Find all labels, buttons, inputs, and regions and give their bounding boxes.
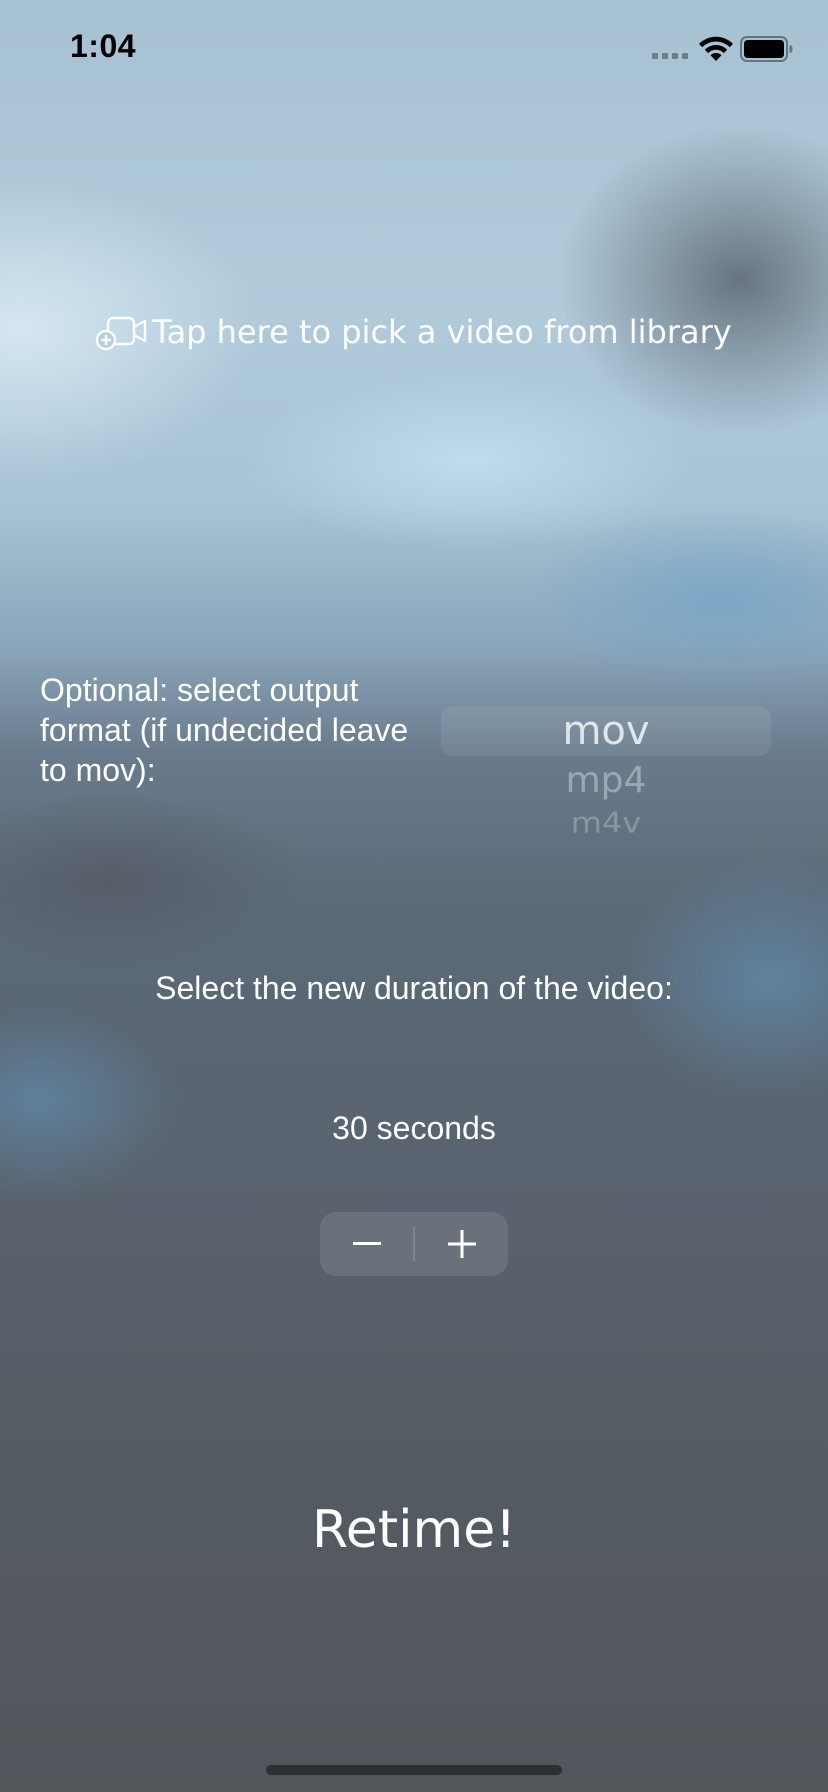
video-plus-icon — [96, 316, 147, 351]
duration-value: 30 seconds — [332, 1110, 496, 1146]
plus-icon — [447, 1230, 476, 1258]
pick-video-button[interactable]: Tap here to pick a video from library — [0, 300, 828, 364]
status-time: 1:04 — [70, 28, 137, 64]
retime-button[interactable]: Retime! — [264, 1490, 564, 1570]
duration-stepper[interactable] — [320, 1212, 508, 1276]
cellular-signal-icon — [652, 53, 688, 59]
home-indicator — [266, 1765, 562, 1775]
pick-video-label: Tap here to pick a video from library — [152, 313, 732, 351]
battery-icon — [740, 36, 793, 62]
status-bar: 1:04 — [0, 0, 828, 98]
format-option-mp4[interactable]: mp4 — [441, 760, 771, 801]
wifi-icon — [699, 36, 733, 61]
format-label: Optional: select output format (if undec… — [40, 672, 409, 788]
decrement-button[interactable] — [320, 1212, 413, 1276]
duration-title: Select the new duration of the video: — [155, 970, 673, 1006]
format-option-m4v[interactable]: m4v — [441, 806, 771, 839]
format-picker[interactable]: mov mp4 m4v — [441, 690, 771, 850]
format-option-mov[interactable]: mov — [441, 708, 771, 754]
increment-button[interactable] — [415, 1212, 508, 1276]
minus-icon — [352, 1242, 381, 1245]
